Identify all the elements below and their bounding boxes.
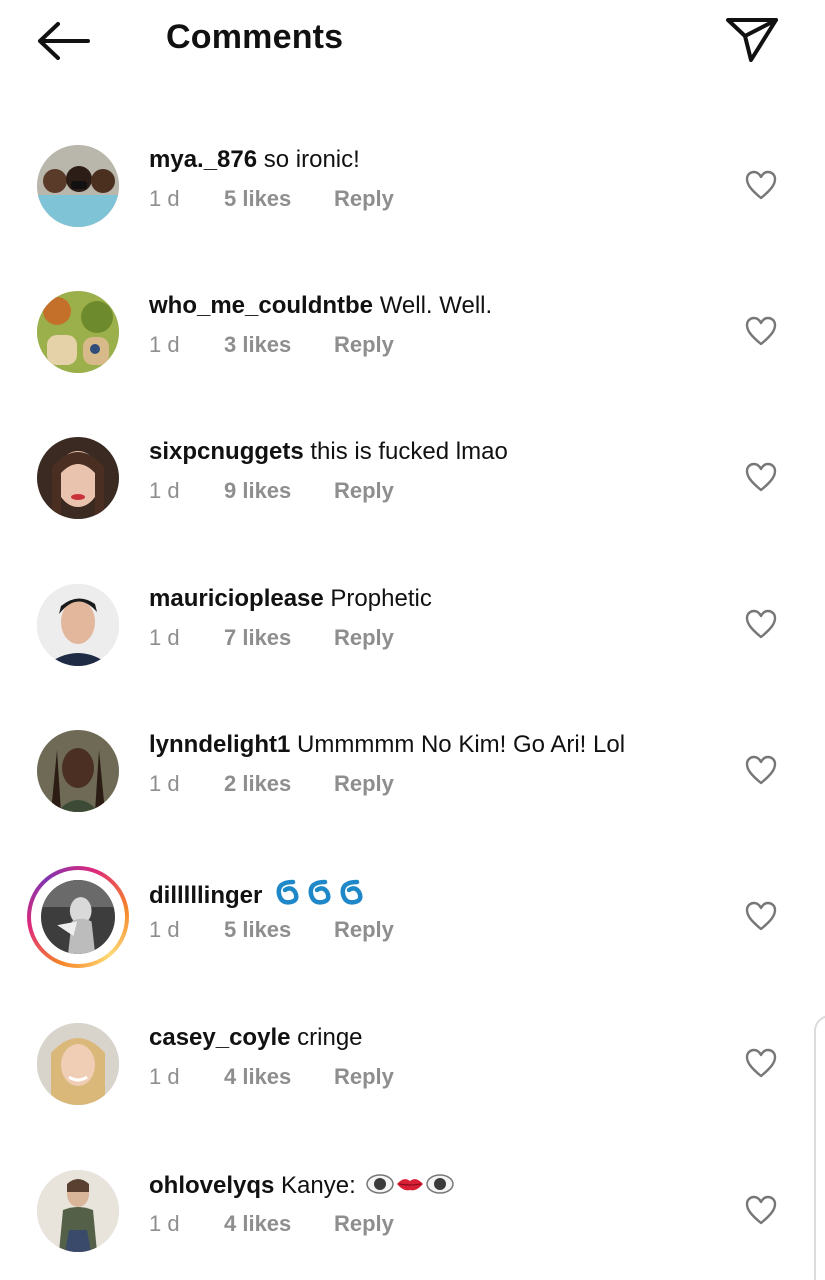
comment-item: mauricioplease Prophetic 1 d 7 likes Rep… [0, 584, 825, 731]
comment-text: Well. Well. [379, 292, 493, 319]
comment-item: mya._876 so ironic! 1 d 5 likes Reply [0, 145, 825, 292]
comment-time: 1 d [149, 332, 180, 357]
comment-username[interactable]: who_me_couldntbe [149, 292, 373, 319]
heart-icon[interactable] [744, 1194, 778, 1226]
comment-text: Kanye: [281, 1172, 356, 1199]
heart-icon[interactable] [744, 754, 778, 786]
heart-icon[interactable] [744, 1047, 778, 1079]
heart-icon[interactable] [744, 900, 778, 932]
likes-count[interactable]: 7 likes [224, 624, 291, 652]
comment-item: who_me_couldntbe Well. Well. 1 d 3 likes… [0, 291, 825, 438]
reply-button[interactable]: Reply [334, 770, 394, 798]
comment-username[interactable]: lynndelight1 [149, 731, 290, 758]
comment-item: lynndelight1 Ummmmm No Kim! Go Ari! Lol … [0, 730, 825, 877]
avatar[interactable] [37, 291, 119, 373]
heart-icon[interactable] [744, 169, 778, 201]
avatar[interactable] [41, 880, 115, 954]
reply-button[interactable]: Reply [334, 916, 394, 944]
reply-button[interactable]: Reply [334, 1210, 394, 1238]
comment-time: 1 d [149, 1064, 180, 1089]
comment-username[interactable]: sixpcnuggets [149, 438, 304, 465]
paper-plane-icon[interactable] [722, 12, 782, 66]
arrow-left-icon[interactable] [34, 18, 94, 64]
likes-count[interactable]: 4 likes [224, 1210, 291, 1238]
reply-button[interactable]: Reply [334, 1063, 394, 1091]
comment-username[interactable]: dilllllinger [149, 882, 262, 909]
reply-button[interactable]: Reply [334, 185, 394, 213]
comment-time: 1 d [149, 917, 180, 942]
header: Comments [0, 0, 825, 80]
reply-button[interactable]: Reply [334, 477, 394, 505]
comment-text: so ironic! [263, 146, 360, 173]
likes-count[interactable]: 2 likes [224, 770, 291, 798]
likes-count[interactable]: 4 likes [224, 1063, 291, 1091]
heart-icon[interactable] [744, 315, 778, 347]
comment-username[interactable]: casey_coyle [149, 1024, 290, 1051]
comments-screen: Comments mya._876 so ironic! 1 d 5 likes [0, 0, 825, 1280]
comment-time: 1 d [149, 478, 180, 503]
comment-time: 1 d [149, 625, 180, 650]
heart-icon[interactable] [744, 461, 778, 493]
comment-text: this is fucked lmao [310, 438, 508, 465]
comment-username[interactable]: mauricioplease [149, 585, 324, 612]
avatar[interactable] [37, 730, 119, 812]
comment-item: dilllllinger 1 d 5 likes Reply [0, 866, 825, 1023]
heart-icon[interactable] [744, 608, 778, 640]
comment-text: cringe [297, 1024, 363, 1051]
likes-count[interactable]: 5 likes [224, 916, 291, 944]
page-title: Comments [166, 18, 344, 56]
comment-username[interactable]: ohlovelyqs [149, 1172, 274, 1199]
avatar[interactable] [37, 1023, 119, 1105]
comment-text: Ummmmm No Kim! Go Ari! Lol [297, 731, 626, 758]
avatar[interactable] [37, 584, 119, 666]
comment-item: sixpcnuggets this is fucked lmao 1 d 9 l… [0, 437, 825, 584]
scroll-edge [814, 1015, 825, 1280]
avatar[interactable] [37, 1170, 119, 1252]
reply-button[interactable]: Reply [334, 331, 394, 359]
reply-button[interactable]: Reply [334, 624, 394, 652]
avatar[interactable] [37, 437, 119, 519]
avatar[interactable] [37, 145, 119, 227]
comment-time: 1 d [149, 771, 180, 796]
comment-time: 1 d [149, 1211, 180, 1236]
likes-count[interactable]: 3 likes [224, 331, 291, 359]
comment-time: 1 d [149, 186, 180, 211]
likes-count[interactable]: 5 likes [224, 185, 291, 213]
eye-lips-eye-emoji [366, 1170, 455, 1206]
cyclone-emoji [273, 876, 369, 916]
comment-text: Prophetic [330, 585, 432, 612]
likes-count[interactable]: 9 likes [224, 477, 291, 505]
comment-item: ohlovelyqs Kanye: 1 d 4 likes Reply [0, 1170, 825, 1280]
comment-item: casey_coyle cringe 1 d 4 likes Reply [0, 1023, 825, 1170]
comment-username[interactable]: mya._876 [149, 146, 257, 173]
